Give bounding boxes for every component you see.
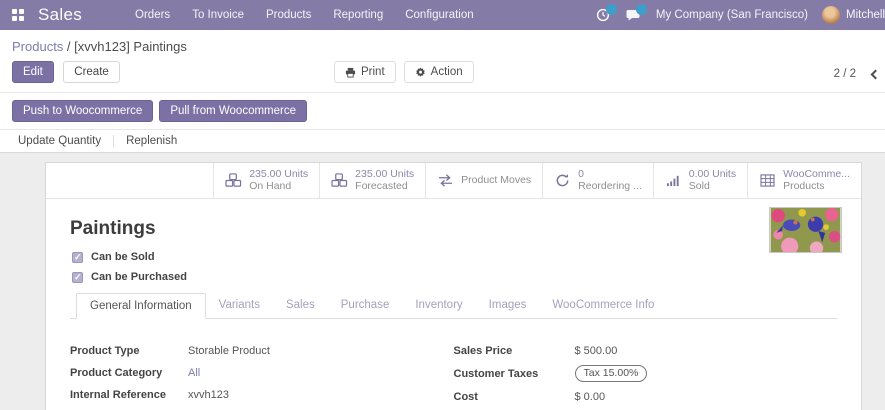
- cubes-icon: [225, 173, 242, 188]
- apps-menu-icon[interactable]: [12, 9, 24, 21]
- stat-woocommerce-products[interactable]: WooComme... Products: [747, 163, 861, 198]
- can-be-sold-checkbox[interactable]: [72, 252, 83, 263]
- general-information-fields: Product Type Storable Product Product Ca…: [70, 343, 837, 410]
- printer-icon: [345, 67, 356, 78]
- replenish-button[interactable]: Replenish: [114, 135, 189, 147]
- field-sales-price: Sales Price $ 500.00: [454, 343, 838, 358]
- product-image: [769, 207, 842, 253]
- tab-woocommerce-info[interactable]: WooCommerce Info: [539, 293, 667, 319]
- nav-item-reporting[interactable]: Reporting: [333, 9, 383, 21]
- messages-count-badge: [636, 4, 647, 15]
- stat-reordering-rules[interactable]: 0 Reordering ...: [542, 163, 653, 198]
- nav-item-products[interactable]: Products: [266, 9, 311, 21]
- customer-tax-tag[interactable]: Tax 15.00%: [575, 365, 648, 382]
- breadcrumb: Products / [xvvh123] Paintings: [0, 30, 885, 59]
- breadcrumb-current: [xvvh123] Paintings: [74, 39, 187, 54]
- edit-button[interactable]: Edit: [12, 61, 54, 83]
- app-name[interactable]: Sales: [38, 5, 82, 25]
- update-quantity-button[interactable]: Update Quantity: [12, 135, 114, 147]
- can-be-purchased-row: Can be Purchased: [72, 271, 837, 283]
- pull-from-woocommerce-button[interactable]: Pull from Woocommerce: [159, 100, 307, 122]
- pager-previous-icon[interactable]: [871, 69, 881, 79]
- nav-item-configuration[interactable]: Configuration: [405, 9, 473, 21]
- field-customer-taxes: Customer Taxes Tax 15.00%: [454, 365, 838, 382]
- messages-chat-icon[interactable]: [626, 7, 642, 23]
- product-form-sheet: 235.00 Units On Hand 235.00 Units Foreca…: [45, 162, 862, 410]
- push-to-woocommerce-button[interactable]: Push to Woocommerce: [12, 100, 153, 122]
- nav-item-orders[interactable]: Orders: [135, 9, 170, 21]
- table-grid-icon: [759, 174, 776, 187]
- product-title: Paintings: [70, 218, 837, 240]
- print-button[interactable]: Print: [334, 61, 396, 83]
- can-be-sold-label: Can be Sold: [91, 251, 155, 263]
- stat-product-moves[interactable]: Product Moves: [425, 163, 542, 198]
- user-name: Mitchell: [846, 9, 885, 21]
- can-be-purchased-label: Can be Purchased: [91, 271, 187, 283]
- fields-right-column: Sales Price $ 500.00 Customer Taxes Tax …: [454, 343, 838, 410]
- top-navbar: Sales Orders To Invoice Products Reporti…: [0, 0, 885, 30]
- woocommerce-actions: Push to Woocommerce Pull from Woocommerc…: [0, 93, 885, 129]
- user-menu[interactable]: Mitchell: [822, 6, 885, 24]
- control-panel-buttons: Edit Create Print Action 2 / 2: [0, 59, 885, 92]
- user-avatar: [822, 6, 840, 24]
- can-be-sold-row: Can be Sold: [72, 251, 837, 263]
- company-switcher[interactable]: My Company (San Francisco): [656, 9, 808, 21]
- exchange-arrows-icon: [437, 174, 454, 187]
- nav-item-to-invoice[interactable]: To Invoice: [192, 9, 244, 21]
- content-background: 235.00 Units On Hand 235.00 Units Foreca…: [0, 153, 885, 410]
- tab-variants[interactable]: Variants: [206, 293, 273, 319]
- action-button[interactable]: Action: [404, 61, 474, 83]
- notebook-tabs: General Information Variants Sales Purch…: [70, 293, 837, 319]
- activities-count-badge: [606, 4, 617, 15]
- field-internal-reference: Internal Reference xvvh123: [70, 387, 454, 402]
- cubes-icon: [331, 173, 348, 188]
- pager-counter: 2 / 2: [834, 68, 856, 80]
- breadcrumb-separator: /: [63, 39, 74, 54]
- field-cost: Cost $ 0.00: [454, 389, 838, 404]
- create-button[interactable]: Create: [63, 61, 120, 83]
- gear-icon: [415, 67, 426, 78]
- bar-chart-icon: [665, 174, 682, 187]
- stat-forecasted[interactable]: 235.00 Units Forecasted: [319, 163, 425, 198]
- stat-button-bar: 235.00 Units On Hand 235.00 Units Foreca…: [46, 163, 861, 199]
- tab-general-information[interactable]: General Information: [76, 293, 206, 319]
- product-category-link[interactable]: All: [188, 367, 200, 379]
- stat-on-hand[interactable]: 235.00 Units On Hand: [213, 163, 319, 198]
- tab-images[interactable]: Images: [476, 293, 540, 319]
- systray: My Company (San Francisco) Mitchell: [596, 6, 885, 24]
- activities-clock-icon[interactable]: [596, 7, 612, 23]
- tab-inventory[interactable]: Inventory: [402, 293, 475, 319]
- field-product-type: Product Type Storable Product: [70, 343, 454, 358]
- stat-sold[interactable]: 0.00 Units Sold: [653, 163, 747, 198]
- breadcrumb-products-link[interactable]: Products: [12, 39, 63, 54]
- can-be-purchased-checkbox[interactable]: [72, 272, 83, 283]
- fields-left-column: Product Type Storable Product Product Ca…: [70, 343, 454, 410]
- refresh-icon: [554, 173, 571, 188]
- tab-sales[interactable]: Sales: [273, 293, 328, 319]
- painting-thumbnail: [770, 208, 841, 252]
- field-product-category: Product Category All: [70, 365, 454, 380]
- tab-purchase[interactable]: Purchase: [328, 293, 403, 319]
- secondary-actions-bar: Update Quantity Replenish: [0, 129, 885, 153]
